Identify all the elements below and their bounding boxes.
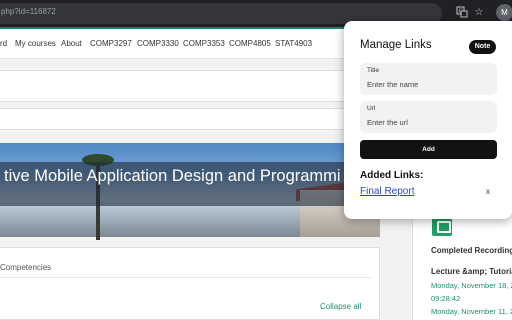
collapse-all-link[interactable]: Collapse all [320,302,361,311]
recordings-heading: Completed Recordings [431,246,512,255]
course-title: tive Mobile Application Design and Progr… [4,167,341,185]
recording-icon [432,216,452,236]
title-field: Title [360,63,497,95]
avatar[interactable]: M [496,4,512,21]
nav-item-comp4805[interactable]: COMP4805 [229,39,271,48]
remove-link-button[interactable]: x [486,187,490,196]
divider [0,277,372,278]
nav-item-stat4903[interactable]: STAT4903 [275,39,312,48]
translate-icon[interactable]: G [455,6,469,20]
title-input[interactable] [367,78,491,90]
secondary-navigation [0,108,380,130]
tab-competencies[interactable]: Competencies [0,263,51,272]
added-links-heading: Added Links: [360,170,424,181]
note-button[interactable]: Note [469,40,496,54]
url-field-label: Url [367,105,376,112]
url-text[interactable]: php?id=116872 [1,7,56,16]
recording-title[interactable]: Lecture &amp; Tutoria [431,267,512,276]
star-icon[interactable]: ☆ [472,6,486,20]
recording-date[interactable]: Monday, November 11, 2 [431,307,512,316]
url-input[interactable] [367,116,491,128]
url-field: Url [360,101,497,133]
breadcrumb [0,70,380,102]
popup-title: Manage Links [360,39,432,51]
nav-item-about[interactable]: About [61,39,82,48]
nav-item-comp3297[interactable]: COMP3297 [90,39,132,48]
nav-item-comp3330[interactable]: COMP3330 [137,39,179,48]
nav-item-dashboard[interactable]: rd [0,39,7,48]
nav-item-comp3353[interactable]: COMP3353 [183,39,225,48]
recording-date[interactable]: Monday, November 18, 2 [431,281,512,290]
title-field-label: Title [367,67,380,74]
add-button[interactable]: Add [360,140,497,159]
saved-link[interactable]: Final Report [360,186,414,197]
recording-time[interactable]: 09:28:42 [431,294,460,303]
nav-item-my-courses[interactable]: My courses [15,39,56,48]
